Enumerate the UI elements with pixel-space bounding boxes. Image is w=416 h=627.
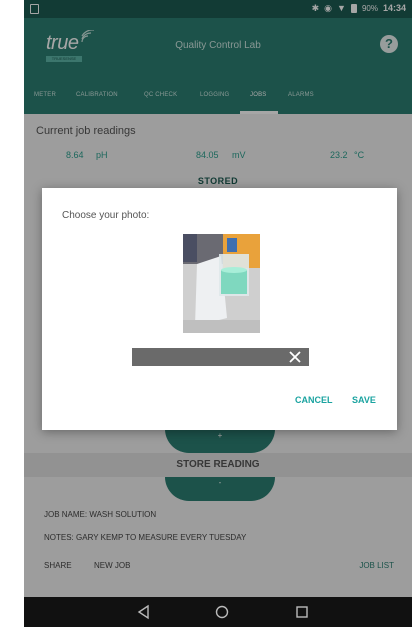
caption-bar	[132, 348, 309, 366]
app-screen: ✱ ◉ ▼ 90% 14:34 true TRUESENSE Quality C…	[24, 0, 412, 627]
clear-icon[interactable]	[288, 350, 302, 364]
dialog-title: Choose your photo:	[62, 210, 150, 221]
save-button[interactable]: SAVE	[352, 395, 376, 405]
photo-image	[183, 234, 260, 333]
back-icon[interactable]	[136, 604, 150, 620]
choose-photo-dialog: Choose your photo: CANCEL SAVE	[42, 188, 397, 430]
home-icon[interactable]	[214, 604, 230, 620]
cancel-button[interactable]: CANCEL	[295, 395, 333, 405]
caption-input[interactable]	[138, 350, 278, 364]
photo-preview[interactable]	[183, 234, 260, 333]
navigation-bar	[24, 597, 412, 627]
recents-icon[interactable]	[295, 604, 309, 620]
